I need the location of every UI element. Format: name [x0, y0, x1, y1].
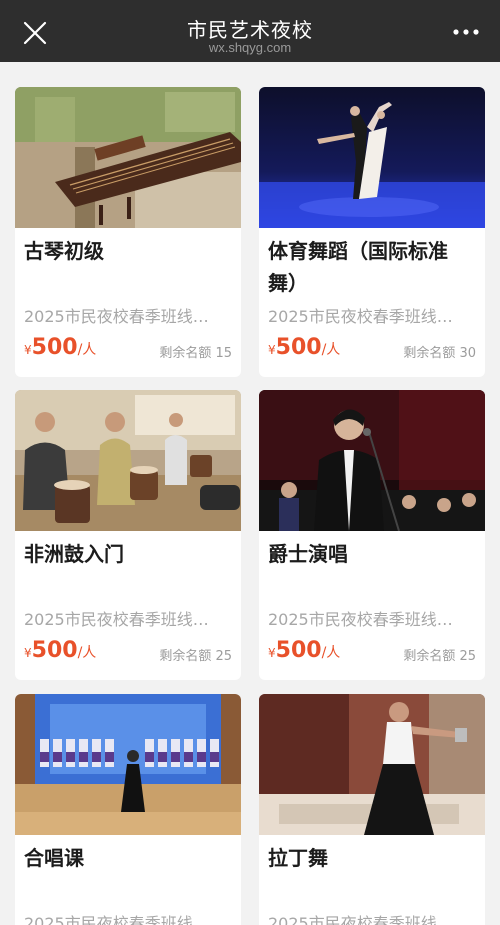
course-card[interactable]: 体育舞蹈（国际标准舞） 2025市民夜校春季班线… ¥500/人 剩余名额 30: [259, 87, 485, 377]
course-image-latin-dance: [259, 694, 485, 835]
remaining-quota: 剩余名额 25: [403, 649, 476, 664]
course-subtitle: 2025市民夜校春季班线…: [268, 610, 453, 629]
course-name: 拉丁舞: [268, 846, 328, 870]
course-name: 爵士演唱: [268, 542, 348, 566]
course-card[interactable]: 拉丁舞 2025市民夜校春季班线: [259, 694, 485, 925]
course-card[interactable]: 合唱课 2025市民夜校春季班线: [15, 694, 241, 925]
price-unit: /人: [77, 645, 97, 661]
course-image-african-drum: [15, 390, 241, 531]
page-url: wx.shqyg.com: [208, 40, 292, 55]
course-image-jazz-singing: [259, 390, 485, 531]
remaining-quota: 剩余名额 30: [403, 346, 476, 361]
course-image-ballroom-dance: [259, 87, 485, 228]
course-price: ¥500/人: [268, 638, 340, 663]
course-name: 合唱课: [24, 846, 84, 870]
course-price: ¥500/人: [268, 335, 340, 360]
title-bar: 市民艺术夜校 wx.shqyg.com: [0, 0, 500, 62]
course-subtitle: 2025市民夜校春季班线: [268, 914, 437, 925]
course-card[interactable]: 古琴初级 2025市民夜校春季班线… ¥500/人 剩余名额 15: [15, 87, 241, 377]
course-subtitle: 2025市民夜校春季班线…: [24, 610, 209, 629]
price-value: 500: [275, 638, 322, 663]
currency-symbol: ¥: [268, 646, 276, 660]
remaining-quota: 剩余名额 25: [159, 649, 232, 664]
price-value: 500: [31, 638, 78, 663]
course-price: ¥500/人: [24, 638, 96, 663]
currency-symbol: ¥: [24, 646, 32, 660]
course-price: ¥500/人: [24, 335, 96, 360]
price-unit: /人: [321, 645, 341, 661]
course-card[interactable]: 爵士演唱 2025市民夜校春季班线… ¥500/人 剩余名额 25: [259, 390, 485, 680]
course-image-guqin: [15, 87, 241, 228]
course-name: 非洲鼓入门: [24, 542, 124, 566]
price-value: 500: [31, 335, 78, 360]
course-card[interactable]: 非洲鼓入门 2025市民夜校春季班线… ¥500/人 剩余名额 25: [15, 390, 241, 680]
course-name: 体育舞蹈（国际标准舞）: [268, 239, 448, 295]
price-unit: /人: [77, 342, 97, 358]
page-title: 市民艺术夜校: [187, 18, 313, 42]
remaining-quota: 剩余名额 15: [159, 346, 232, 361]
currency-symbol: ¥: [24, 343, 32, 357]
course-name: 古琴初级: [24, 239, 104, 263]
course-subtitle: 2025市民夜校春季班线…: [268, 307, 453, 326]
course-subtitle: 2025市民夜校春季班线…: [24, 307, 209, 326]
currency-symbol: ¥: [268, 343, 276, 357]
course-image-choir: [15, 694, 241, 835]
course-subtitle: 2025市民夜校春季班线: [24, 914, 193, 925]
price-value: 500: [275, 335, 322, 360]
more-options-icon[interactable]: [452, 26, 480, 38]
price-unit: /人: [321, 342, 341, 358]
